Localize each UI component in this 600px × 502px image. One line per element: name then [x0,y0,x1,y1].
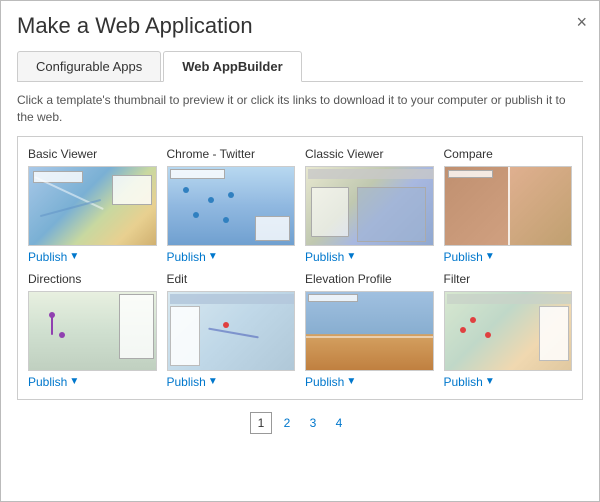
gallery-item-filter: Filter Publish ▼ [444,272,573,389]
page-button-4[interactable]: 4 [328,412,350,434]
thumbnail-basic-viewer[interactable] [28,166,157,246]
publish-link-basic-viewer[interactable]: Publish ▼ [28,250,157,264]
make-web-application-dialog: Make a Web Application × Configurable Ap… [0,0,600,502]
publish-arrow-edit: ▼ [208,376,218,387]
item-label-basic-viewer: Basic Viewer [28,147,157,161]
publish-label-classic-viewer: Publish [305,250,344,264]
publish-arrow-compare: ▼ [485,251,495,262]
publish-arrow-directions: ▼ [69,376,79,387]
item-label-filter: Filter [444,272,573,286]
gallery-container: Basic Viewer Publish ▼ Chrome - Twitter [17,136,583,400]
item-label-elevation-profile: Elevation Profile [305,272,434,286]
thumbnail-compare[interactable] [444,166,573,246]
description-text: Click a template's thumbnail to preview … [17,92,583,126]
publish-arrow-basic-viewer: ▼ [69,251,79,262]
gallery-item-compare: Compare Publish ▼ [444,147,573,264]
tab-bar: Configurable Apps Web AppBuilder [17,51,583,82]
gallery-item-edit: Edit Publish ▼ [167,272,296,389]
publish-label-filter: Publish [444,375,483,389]
publish-label-chrome-twitter: Publish [167,250,206,264]
thumbnail-classic-viewer[interactable] [305,166,434,246]
page-button-3[interactable]: 3 [302,412,324,434]
publish-label-basic-viewer: Publish [28,250,67,264]
thumbnail-filter[interactable] [444,291,573,371]
publish-label-edit: Publish [167,375,206,389]
publish-label-directions: Publish [28,375,67,389]
publish-label-elevation-profile: Publish [305,375,344,389]
dialog-title: Make a Web Application [17,13,583,39]
thumbnail-directions[interactable] [28,291,157,371]
gallery-item-classic-viewer: Classic Viewer Publish ▼ [305,147,434,264]
gallery-item-directions: Directions Publish ▼ [28,272,157,389]
gallery-grid: Basic Viewer Publish ▼ Chrome - Twitter [28,147,572,389]
publish-link-edit[interactable]: Publish ▼ [167,375,296,389]
page-button-1[interactable]: 1 [250,412,272,434]
item-label-edit: Edit [167,272,296,286]
publish-link-classic-viewer[interactable]: Publish ▼ [305,250,434,264]
publish-link-directions[interactable]: Publish ▼ [28,375,157,389]
page-button-2[interactable]: 2 [276,412,298,434]
close-button[interactable]: × [576,13,587,31]
item-label-classic-viewer: Classic Viewer [305,147,434,161]
item-label-compare: Compare [444,147,573,161]
publish-arrow-filter: ▼ [485,376,495,387]
publish-link-elevation-profile[interactable]: Publish ▼ [305,375,434,389]
publish-link-compare[interactable]: Publish ▼ [444,250,573,264]
publish-link-chrome-twitter[interactable]: Publish ▼ [167,250,296,264]
publish-arrow-elevation-profile: ▼ [346,376,356,387]
publish-label-compare: Publish [444,250,483,264]
publish-arrow-classic-viewer: ▼ [346,251,356,262]
pagination: 1 2 3 4 [17,412,583,434]
gallery-item-basic-viewer: Basic Viewer Publish ▼ [28,147,157,264]
publish-link-filter[interactable]: Publish ▼ [444,375,573,389]
publish-arrow-chrome-twitter: ▼ [208,251,218,262]
gallery-item-elevation-profile: Elevation Profile Publish ▼ [305,272,434,389]
tab-web-appbuilder[interactable]: Web AppBuilder [163,51,301,82]
gallery-item-chrome-twitter: Chrome - Twitter Publish ▼ [167,147,296,264]
thumbnail-edit[interactable] [167,291,296,371]
item-label-chrome-twitter: Chrome - Twitter [167,147,296,161]
item-label-directions: Directions [28,272,157,286]
thumbnail-elevation-profile[interactable] [305,291,434,371]
thumbnail-chrome-twitter[interactable] [167,166,296,246]
tab-configurable-apps[interactable]: Configurable Apps [17,51,161,81]
